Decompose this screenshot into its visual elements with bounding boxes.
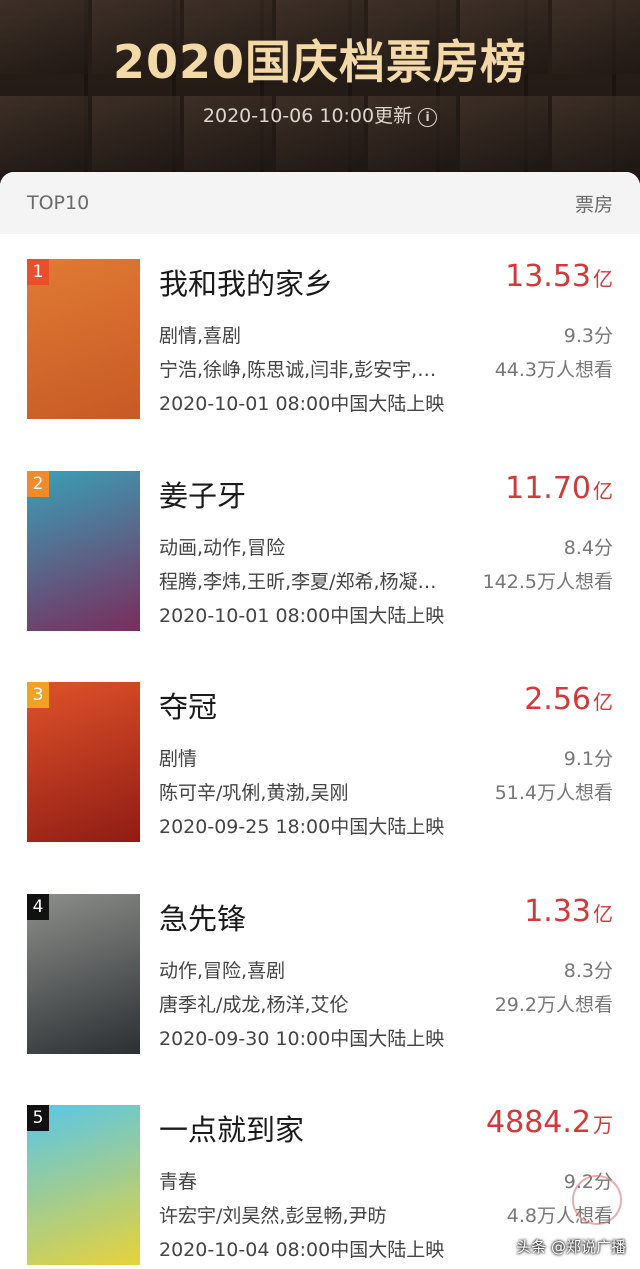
box-office-value: 2.56 <box>524 682 591 717</box>
page-title: 2020国庆档票房榜 <box>112 35 528 89</box>
movie-genre: 剧情 <box>159 748 198 770</box>
movie-cast: 宁浩,徐峥,陈思诚,闫非,彭安宇,… <box>159 359 437 381</box>
box-office-value: 4884.2 <box>486 1105 591 1140</box>
want-count: 142.5万人想看 <box>482 571 613 593</box>
rank-badge: 5 <box>27 1105 49 1131</box>
movie-cast: 唐季礼/成龙,杨洋,艾伦 <box>159 994 349 1016</box>
movie-title[interactable]: 姜子牙 <box>159 473 246 515</box>
ranking-card: TOP10 票房 1 我和我的家乡 13.53 亿 剧情,喜剧 9.3分 宁浩,徐… <box>0 172 640 1267</box>
update-time: 2020-10-06 10:00更新 i <box>0 101 640 128</box>
movie-poster[interactable]: 3 <box>27 682 140 842</box>
box-office-unit: 亿 <box>593 479 613 503</box>
release-info: 2020-09-30 10:00中国大陆上映 <box>159 1028 445 1050</box>
movie-score: 8.3分 <box>563 960 613 982</box>
want-count: 29.2万人想看 <box>494 994 613 1016</box>
movie-genre: 动画,动作,冒险 <box>159 537 286 559</box>
want-count: 51.4万人想看 <box>494 782 613 804</box>
rank-badge: 4 <box>27 894 49 920</box>
box-office-value: 1.33 <box>524 894 591 929</box>
want-count: 44.3万人想看 <box>494 359 613 381</box>
info-icon[interactable]: i <box>418 108 438 127</box>
movie-poster[interactable]: 1 <box>27 259 140 419</box>
box-office: 11.70 亿 <box>505 471 613 506</box>
movie-score: 9.1分 <box>563 748 613 770</box>
movie-row[interactable]: 3 夺冠 2.56 亿 剧情 9.1分 陈可辛/巩俐,黄渤,吴刚 51.4万人想看… <box>0 682 640 846</box>
movie-score: 9.3分 <box>563 325 613 347</box>
rank-badge: 3 <box>27 682 49 708</box>
top10-label: TOP10 <box>27 192 90 214</box>
stamp-icon <box>572 1175 622 1225</box>
box-office-label: 票房 <box>574 193 613 216</box>
movie-poster[interactable]: 5 <box>27 1105 140 1265</box>
box-office: 1.33 亿 <box>524 894 613 929</box>
movie-genre: 剧情,喜剧 <box>159 325 242 347</box>
box-office-unit: 亿 <box>593 267 613 291</box>
movie-title[interactable]: 我和我的家乡 <box>159 261 333 303</box>
update-time-text: 2020-10-06 10:00更新 <box>202 105 413 127</box>
box-office-unit: 亿 <box>593 902 613 926</box>
release-info: 2020-09-25 18:00中国大陆上映 <box>159 816 445 838</box>
box-office-value: 13.53 <box>505 259 591 294</box>
movie-genre: 青春 <box>159 1171 198 1193</box>
box-office: 13.53 亿 <box>505 259 613 294</box>
movie-title[interactable]: 急先锋 <box>159 896 246 938</box>
movie-row[interactable]: 1 我和我的家乡 13.53 亿 剧情,喜剧 9.3分 宁浩,徐峥,陈思诚,闫非,… <box>0 259 640 423</box>
movie-title[interactable]: 夺冠 <box>159 684 217 726</box>
movie-genre: 动作,冒险,喜剧 <box>159 960 286 982</box>
box-office-value: 11.70 <box>505 471 591 506</box>
box-office-unit: 亿 <box>593 690 613 714</box>
box-office: 2.56 亿 <box>524 682 613 717</box>
box-office-unit: 万 <box>593 1113 613 1137</box>
movie-title[interactable]: 一点就到家 <box>159 1107 304 1149</box>
release-info: 2020-10-01 08:00中国大陆上映 <box>159 393 445 415</box>
movie-poster[interactable]: 4 <box>27 894 140 1054</box>
rank-badge: 2 <box>27 471 49 497</box>
movie-poster[interactable]: 2 <box>27 471 140 631</box>
movie-score: 8.4分 <box>563 537 613 559</box>
movie-row[interactable]: 4 急先锋 1.33 亿 动作,冒险,喜剧 8.3分 唐季礼/成龙,杨洋,艾伦 2… <box>0 894 640 1058</box>
header-banner: 2020国庆档票房榜 2020-10-06 10:00更新 i <box>0 0 640 200</box>
release-info: 2020-10-01 08:00中国大陆上映 <box>159 605 445 627</box>
list-header: TOP10 票房 <box>0 172 640 234</box>
box-office: 4884.2 万 <box>486 1105 613 1140</box>
rank-badge: 1 <box>27 259 49 285</box>
movie-row[interactable]: 2 姜子牙 11.70 亿 动画,动作,冒险 8.4分 程腾,李炜,王昕,李夏/郑… <box>0 471 640 635</box>
release-info: 2020-10-04 08:00中国大陆上映 <box>159 1239 445 1261</box>
movie-cast: 陈可辛/巩俐,黄渤,吴刚 <box>159 782 349 804</box>
watermark: 头条 @郑说广播 <box>516 1238 626 1256</box>
movie-cast: 许宏宇/刘昊然,彭昱畅,尹昉 <box>159 1205 387 1227</box>
movie-cast: 程腾,李炜,王昕,李夏/郑希,杨凝… <box>159 571 437 593</box>
